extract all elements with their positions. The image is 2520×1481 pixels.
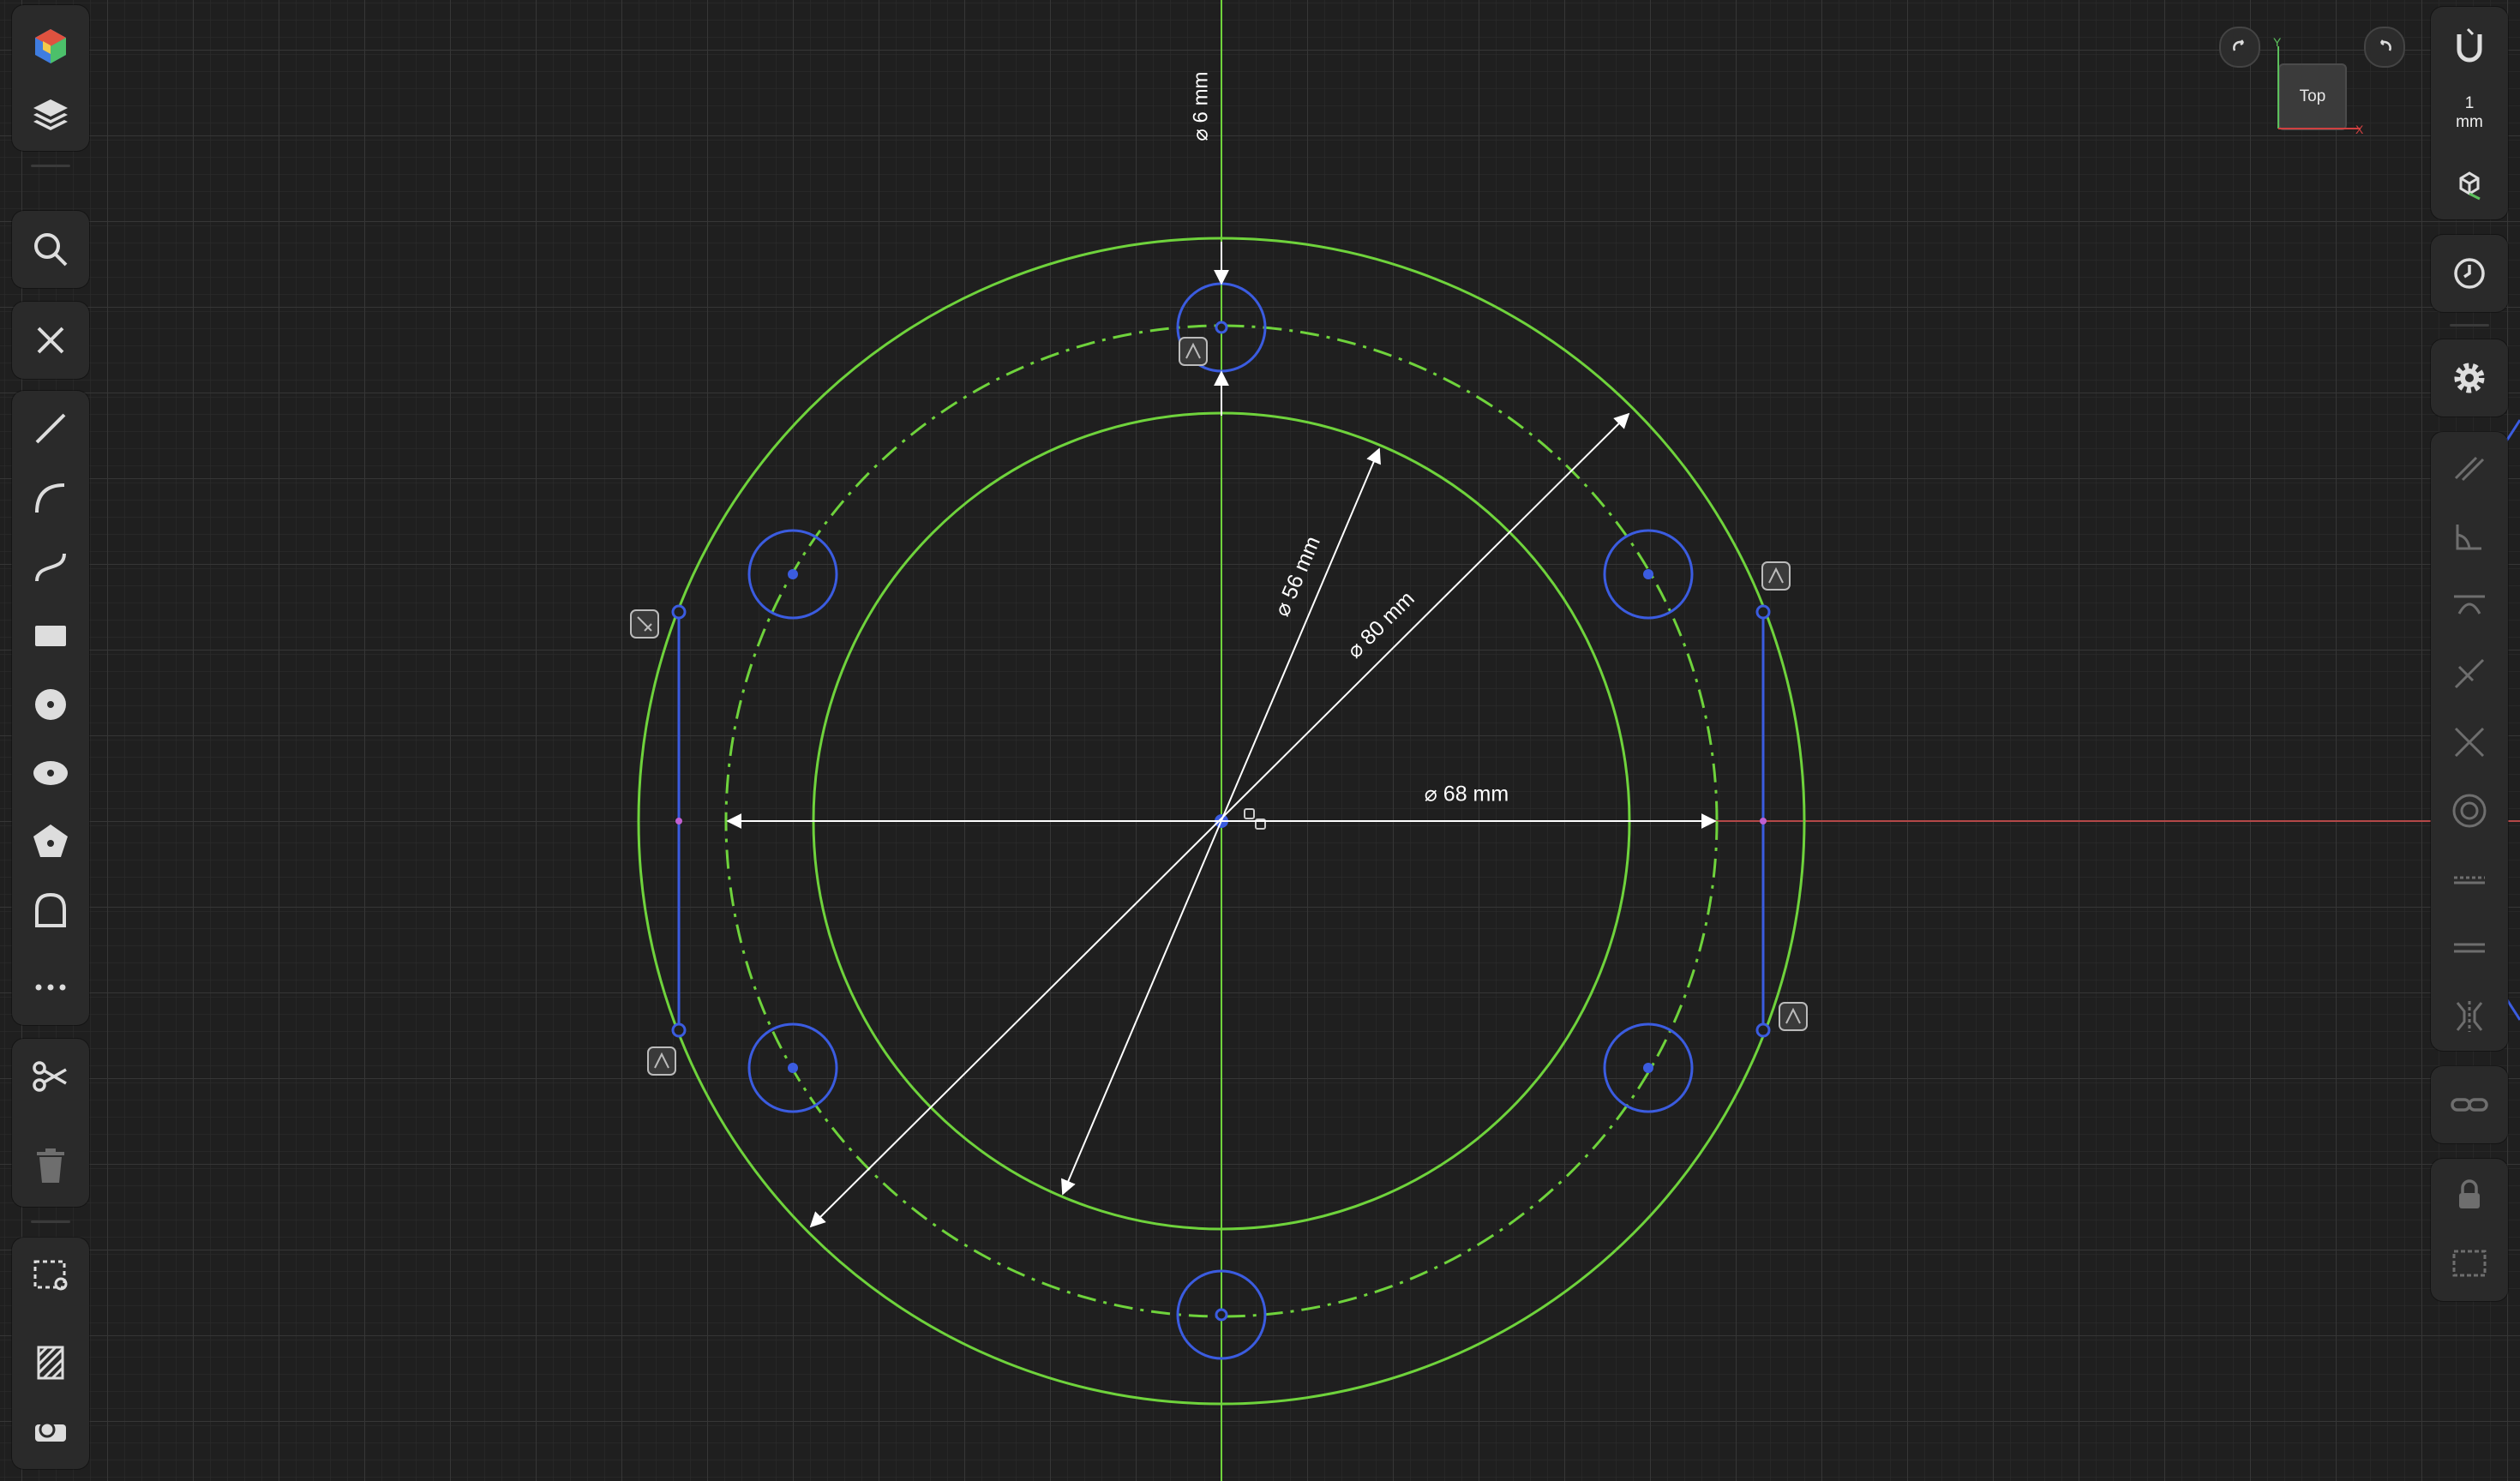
snap-magnet-icon <box>2457 27 2482 63</box>
parallel-icon <box>2454 456 2485 482</box>
tangent-icon <box>2454 595 2485 615</box>
symmetric-constraint[interactable] <box>2432 979 2507 1054</box>
polygon-tool[interactable] <box>13 804 88 879</box>
ellipse-icon <box>33 761 68 785</box>
app-logo-icon <box>35 29 66 63</box>
more-tools-button[interactable] <box>13 950 88 1025</box>
rotate-view-right-button[interactable] <box>2364 27 2405 68</box>
slot-icon <box>35 892 66 927</box>
perpendicular-constraint[interactable] <box>2432 499 2507 574</box>
grid-unit-value: 1 <box>2464 94 2475 112</box>
view-cube-axes: Y X <box>2273 36 2364 136</box>
svg-text:X: X <box>2355 123 2364 136</box>
svg-text:Y: Y <box>2273 36 2282 49</box>
spline-tool[interactable] <box>13 530 88 605</box>
select-box-icon <box>33 1260 68 1291</box>
more-icon <box>35 984 66 991</box>
hatch-tool[interactable] <box>13 1325 88 1400</box>
close-icon <box>37 327 64 354</box>
sketch-canvas[interactable]: ⌀ 6 mm ⌀ 56 mm ⌀ 80 mm ⌀ 68 mm <box>0 0 2520 1481</box>
settings-button[interactable] <box>2432 340 2507 416</box>
history-button[interactable] <box>2432 236 2507 311</box>
frame-button[interactable] <box>2432 1226 2507 1301</box>
line-icon <box>35 413 66 444</box>
frame-icon <box>2452 1250 2487 1277</box>
ellipse-tool[interactable] <box>13 735 88 811</box>
scissors-icon <box>33 1061 67 1092</box>
rotate-ccw-icon <box>2379 39 2391 51</box>
settings-icon <box>2454 363 2485 393</box>
polygon-icon <box>33 824 68 857</box>
circle-icon <box>35 689 66 720</box>
coincident-icon <box>2454 658 2485 689</box>
dim-small-hole-label[interactable]: ⌀ 6 mm <box>1189 71 1212 141</box>
intersect-icon <box>2454 727 2485 758</box>
arc-tool[interactable] <box>13 461 88 537</box>
perpendicular-icon <box>2456 525 2481 550</box>
equal-constraint[interactable] <box>2432 910 2507 986</box>
dim-bolt-circle-label[interactable]: ⌀ 68 mm <box>1425 782 1509 806</box>
intersect-constraint[interactable] <box>2432 705 2507 780</box>
delete-button[interactable] <box>13 1128 88 1203</box>
layers-icon <box>33 99 68 130</box>
layers-button[interactable] <box>13 75 88 151</box>
rotate-cw-icon <box>2233 39 2245 51</box>
coincident-constraint[interactable] <box>2432 636 2507 711</box>
view-3d-button[interactable] <box>2432 146 2507 221</box>
close-button[interactable] <box>13 303 88 378</box>
equal-icon <box>2454 943 2485 953</box>
select-box-tool[interactable] <box>13 1238 88 1313</box>
grid-major <box>0 0 2520 1481</box>
trash-icon <box>37 1148 64 1183</box>
view-3d-icon <box>2459 171 2481 201</box>
grid-unit-display: 1 mm <box>2432 94 2507 132</box>
history-icon <box>2454 258 2485 289</box>
concentric-constraint[interactable] <box>2432 773 2507 848</box>
search-icon <box>34 233 68 267</box>
concentric-icon <box>2452 794 2487 828</box>
symmetric-icon <box>2456 1001 2483 1032</box>
line-tool[interactable] <box>13 391 88 466</box>
snap-button[interactable] <box>2432 9 2507 84</box>
horizontal-icon <box>2454 876 2485 884</box>
rectangle-icon <box>35 626 66 646</box>
measure-tool[interactable] <box>13 1392 88 1467</box>
lock-icon <box>2459 1179 2480 1208</box>
measure-icon <box>35 1421 66 1442</box>
slot-tool[interactable] <box>13 872 88 948</box>
circle-tool[interactable] <box>13 667 88 742</box>
lock-button[interactable] <box>2432 1157 2507 1232</box>
search-button[interactable] <box>13 212 88 287</box>
rotate-view-left-button[interactable] <box>2219 27 2260 68</box>
link-icon <box>2451 1098 2488 1112</box>
tangent-constraint[interactable] <box>2432 567 2507 643</box>
link-button[interactable] <box>2432 1067 2507 1142</box>
arc-icon <box>35 483 65 513</box>
spline-icon <box>35 553 66 582</box>
hatch-icon <box>37 1346 64 1380</box>
rectangle-tool[interactable] <box>13 598 88 674</box>
parallel-constraint[interactable] <box>2432 430 2507 506</box>
horizontal-constraint[interactable] <box>2432 842 2507 917</box>
grid-unit-label: mm <box>2456 113 2483 131</box>
trim-tool[interactable] <box>13 1039 88 1114</box>
app-logo-button[interactable] <box>13 9 88 84</box>
